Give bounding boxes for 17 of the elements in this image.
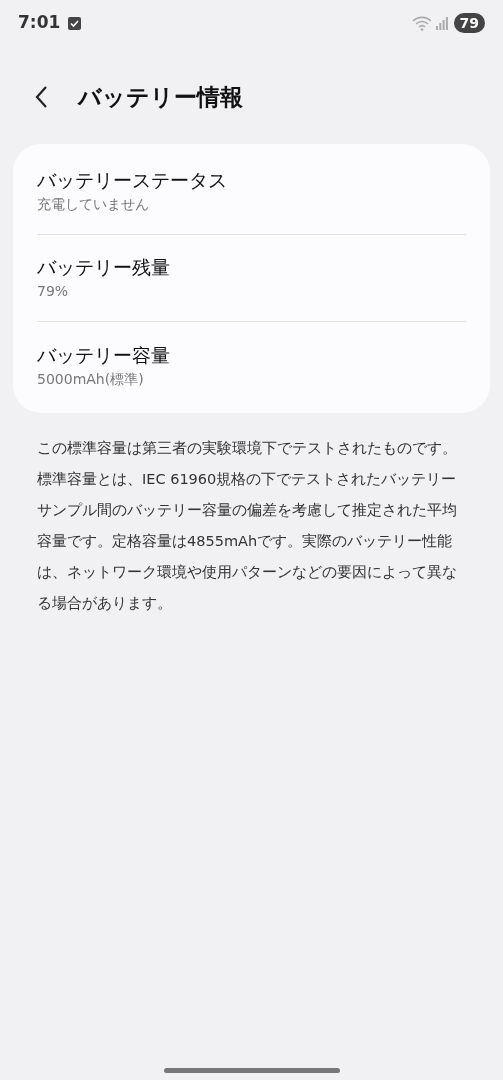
signal-icon [435, 16, 448, 30]
item-subtitle: 5000mAh(標準) [37, 369, 145, 389]
item-title: バッテリー容量 [37, 342, 171, 368]
info-item[interactable]: バッテリー容量 5000mAh(標準) [37, 322, 466, 409]
status-time: 7:01 [18, 11, 61, 35]
item-subtitle: 充電していません [37, 195, 150, 214]
info-item[interactable]: バッテリー残量 79% [37, 235, 466, 322]
capacity-note: この標準容量は第三者の実験環境下でテストされたものです。標準容量とは、IEC 61960規格の下でテストされたバッテリーサンプル間のバッテリー容量の偏差を考慮して推定された平均容量です。定格容量は4855mAhです。実際のバッテリー性能は、ネットワーク環境や使用パターンなどの要因によって異なる場合があります。 [37, 439, 458, 613]
notification-check-icon [68, 16, 82, 30]
battery-level-badge: 79 [453, 13, 485, 33]
info-item[interactable]: バッテリーステータス 充電していません [37, 148, 466, 235]
item-title: バッテリー残量 [37, 255, 171, 280]
wifi-icon [411, 15, 432, 31]
item-subtitle: 79% [37, 282, 70, 301]
item-title: バッテリーステータス [37, 168, 228, 193]
page-title: バッテリー情報 [78, 82, 243, 112]
back-icon [34, 85, 48, 109]
